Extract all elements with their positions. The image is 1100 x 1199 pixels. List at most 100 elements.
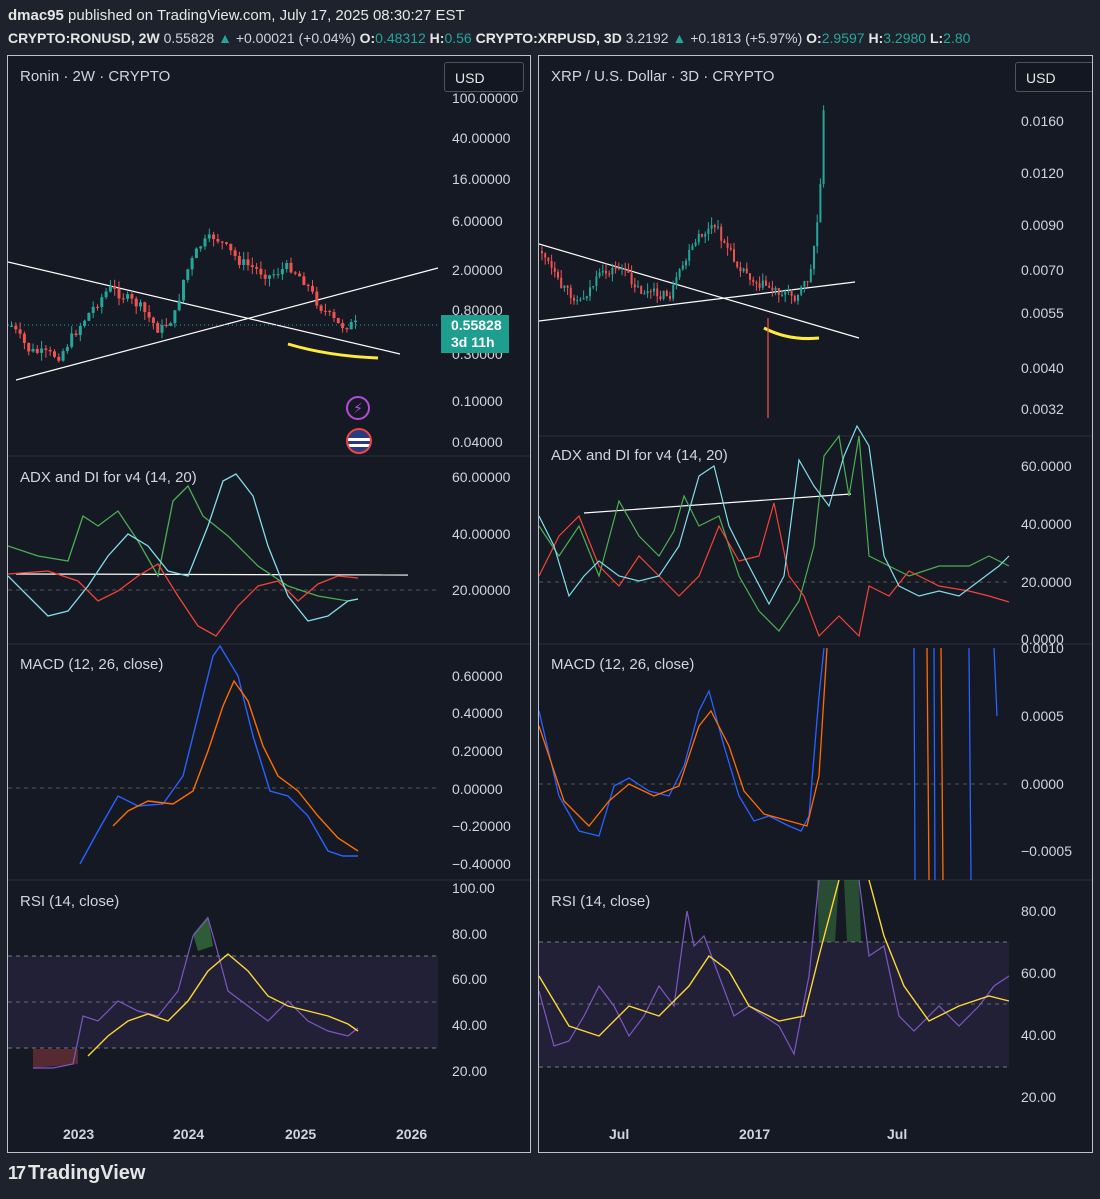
ronin-candles [10, 228, 357, 363]
candle [156, 323, 160, 333]
ronin-chart-pane[interactable]: Ronin · 2W · CRYPTO USD 100.00000 40.000… [7, 55, 531, 1153]
right-low: 2.80 [943, 30, 971, 46]
author-name[interactable]: dmac95 [8, 7, 64, 24]
candle [579, 299, 582, 301]
candle [280, 268, 284, 275]
macd-tick: 0.0005 [1021, 708, 1064, 724]
candle [293, 272, 297, 274]
candle [595, 276, 598, 287]
currency-button[interactable]: USD [1015, 62, 1092, 92]
candle [182, 279, 185, 301]
xrp-chart-canvas[interactable] [539, 56, 1093, 1153]
rsi-tick: 20.00 [452, 1063, 488, 1079]
macd-tick: −0.0005 [1021, 843, 1072, 859]
candle [48, 349, 52, 352]
candle [186, 269, 190, 280]
currency-button[interactable]: USD [444, 62, 524, 92]
adx-tick: 60.00000 [452, 469, 511, 485]
candle [774, 287, 777, 291]
candle [126, 294, 130, 299]
xrp-chart-pane[interactable]: XRP / U.S. Dollar · 3D · CRYPTO USD 0.01… [538, 55, 1093, 1153]
candle [560, 277, 563, 288]
xrp-candles [541, 105, 825, 305]
candle [598, 272, 601, 277]
candle [656, 288, 659, 297]
candle [797, 294, 799, 301]
candle [768, 285, 771, 288]
candle [739, 267, 742, 272]
time-tick: 2023 [63, 1126, 95, 1142]
right-symbol: CRYPTO:XRPUSD, 3D [475, 30, 622, 46]
last-price: 0.55828 [451, 317, 502, 333]
right-h-label: H: [868, 30, 884, 46]
macd-tick: 0.00000 [452, 781, 503, 797]
price-tick: 0.0090 [1021, 217, 1064, 233]
rsi-tick: 20.00 [1021, 1089, 1057, 1105]
macd-tick: 0.0000 [1021, 776, 1064, 792]
candle [354, 320, 357, 323]
symbol-header: CRYPTO:RONUSD, 2W 0.55828 ▲ +0.00021 (+0… [8, 30, 970, 46]
candle [659, 296, 662, 299]
candle [726, 243, 729, 248]
adx-tick: 40.00000 [452, 526, 511, 542]
candle [319, 305, 323, 311]
candle [74, 333, 78, 336]
time-tick: Jul [609, 1126, 630, 1142]
candle [771, 287, 774, 291]
candle [96, 306, 99, 308]
candle [729, 247, 732, 250]
candle [803, 281, 806, 287]
candle [10, 325, 13, 327]
candle [710, 225, 713, 229]
candle [697, 233, 700, 243]
candle [225, 242, 228, 244]
candle [285, 262, 289, 269]
right-price: 3.2192 [625, 30, 669, 46]
tradingview-logo[interactable]: 17 TradingView [8, 1162, 145, 1185]
candle [665, 290, 668, 297]
candle [819, 183, 822, 223]
price-tick: 100.00000 [452, 90, 519, 106]
price-tick: 0.0032 [1021, 401, 1064, 417]
candle [675, 277, 678, 286]
candle [341, 323, 345, 329]
candle [160, 325, 164, 333]
candle [169, 323, 173, 326]
candle [809, 269, 812, 283]
candle [40, 348, 44, 353]
trendline-ascending [15, 267, 439, 381]
candle [207, 234, 211, 239]
candle [793, 295, 796, 301]
candle [541, 251, 543, 254]
signal-line [539, 647, 944, 881]
candle [65, 346, 69, 352]
lightning-icon[interactable]: ⚡ [346, 396, 370, 420]
candle [723, 240, 726, 244]
candle [263, 274, 267, 279]
candle [605, 270, 607, 274]
candle [328, 311, 332, 313]
candle [640, 286, 643, 294]
price-tick: 0.0070 [1021, 262, 1064, 278]
candle [130, 294, 134, 299]
candle [57, 356, 61, 361]
candle [777, 287, 780, 295]
tradingview-logo-icon: 17 [8, 1163, 26, 1183]
macd-tick: −0.40000 [452, 856, 511, 872]
left-h-label: H: [429, 30, 445, 46]
candle [121, 298, 125, 300]
us-flag-icon[interactable] [346, 428, 372, 454]
macd-title: MACD (12, 26, close) [20, 656, 164, 673]
candle [276, 274, 280, 276]
candle [672, 285, 675, 299]
candle [624, 268, 627, 270]
candle [608, 273, 611, 275]
price-tick: 0.0120 [1021, 165, 1064, 181]
rsi-tick: 100.00 [452, 880, 495, 896]
candle [315, 291, 319, 306]
rsi-tick: 60.00 [1021, 965, 1057, 981]
candle [212, 234, 216, 239]
signal-line [112, 679, 359, 852]
candle [289, 262, 293, 273]
candle [83, 320, 87, 326]
